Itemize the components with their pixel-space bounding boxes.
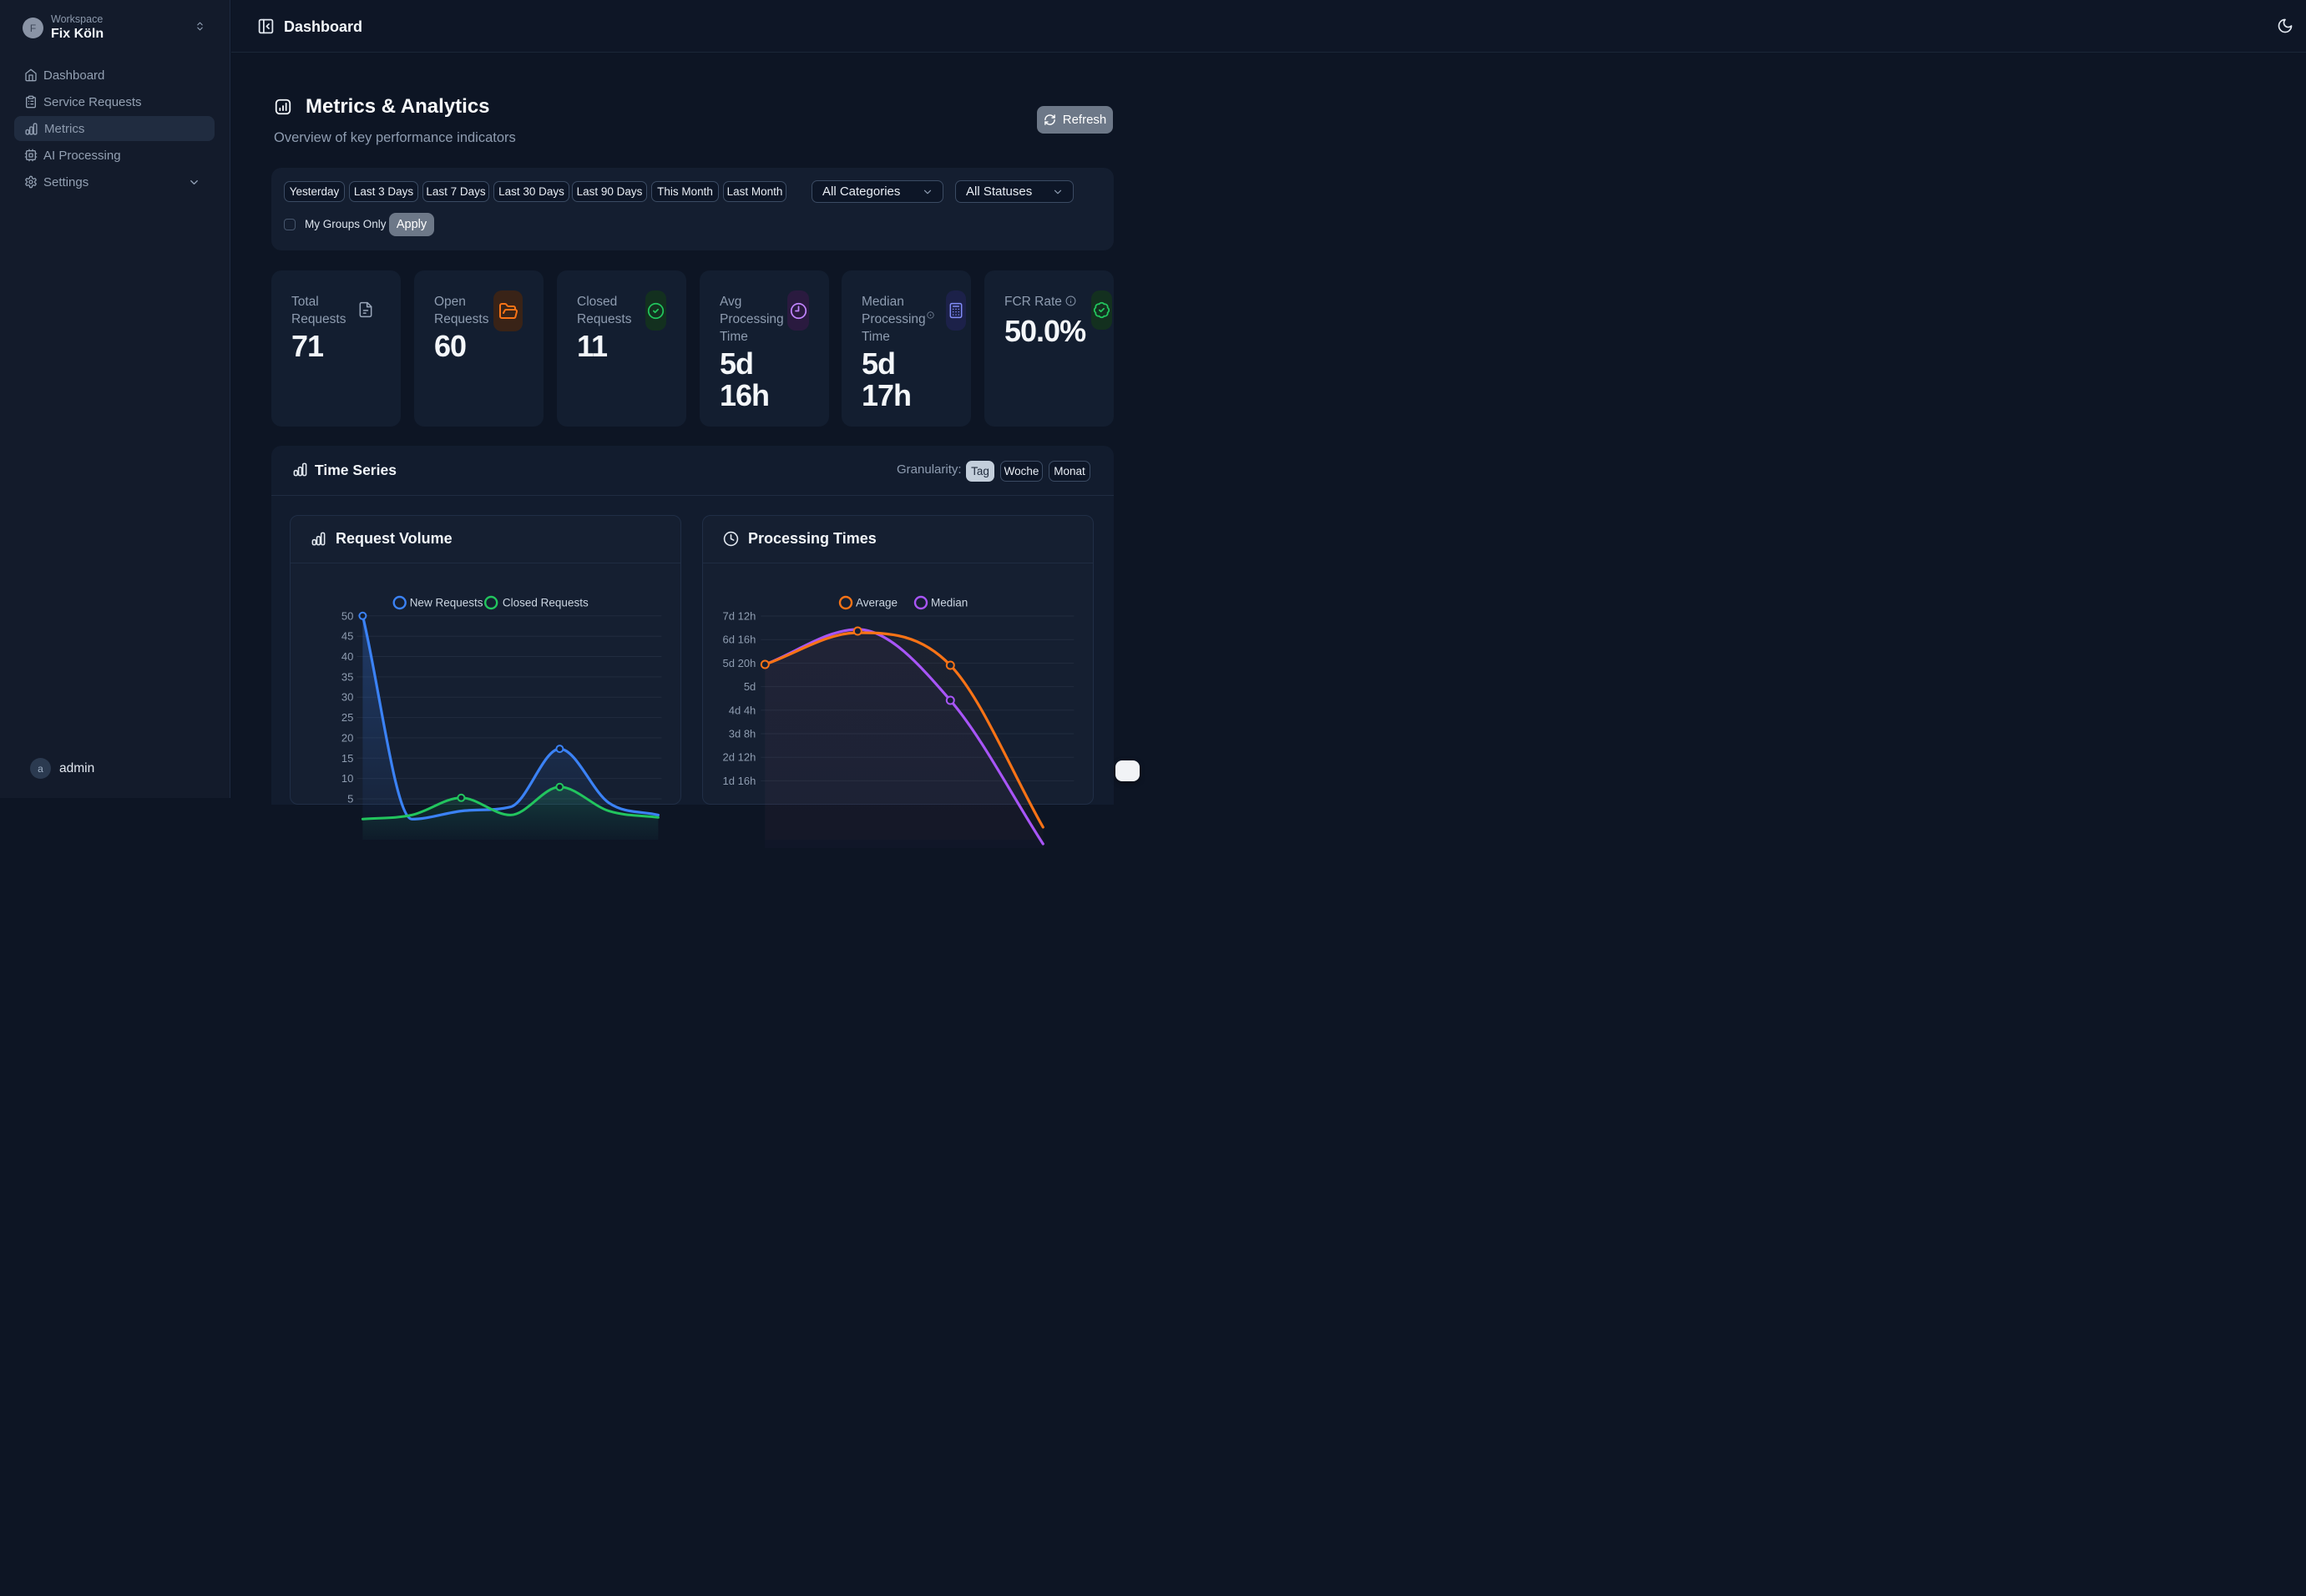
svg-text:Median: Median	[931, 597, 968, 609]
svg-text:30: 30	[341, 691, 353, 704]
svg-text:Closed Requests: Closed Requests	[503, 597, 589, 609]
svg-text:20: 20	[341, 731, 353, 744]
svg-text:35: 35	[341, 670, 353, 683]
svg-text:10: 10	[341, 772, 353, 785]
svg-text:25: 25	[341, 711, 353, 724]
svg-text:5d 20h: 5d 20h	[723, 657, 756, 669]
svg-text:3d 8h: 3d 8h	[729, 728, 756, 740]
svg-text:5d: 5d	[744, 680, 756, 693]
svg-text:5: 5	[347, 793, 353, 806]
svg-text:4d 4h: 4d 4h	[729, 704, 756, 716]
svg-text:15: 15	[341, 752, 353, 765]
svg-text:45: 45	[341, 630, 353, 643]
svg-text:50: 50	[341, 609, 353, 622]
svg-text:2d 12h: 2d 12h	[723, 751, 756, 764]
svg-text:1d 16h: 1d 16h	[723, 775, 756, 787]
svg-text:New Requests: New Requests	[410, 597, 483, 609]
svg-text:7d 12h: 7d 12h	[723, 610, 756, 623]
svg-text:6d 16h: 6d 16h	[723, 634, 756, 646]
svg-text:Average: Average	[856, 597, 898, 609]
svg-text:40: 40	[341, 650, 353, 663]
